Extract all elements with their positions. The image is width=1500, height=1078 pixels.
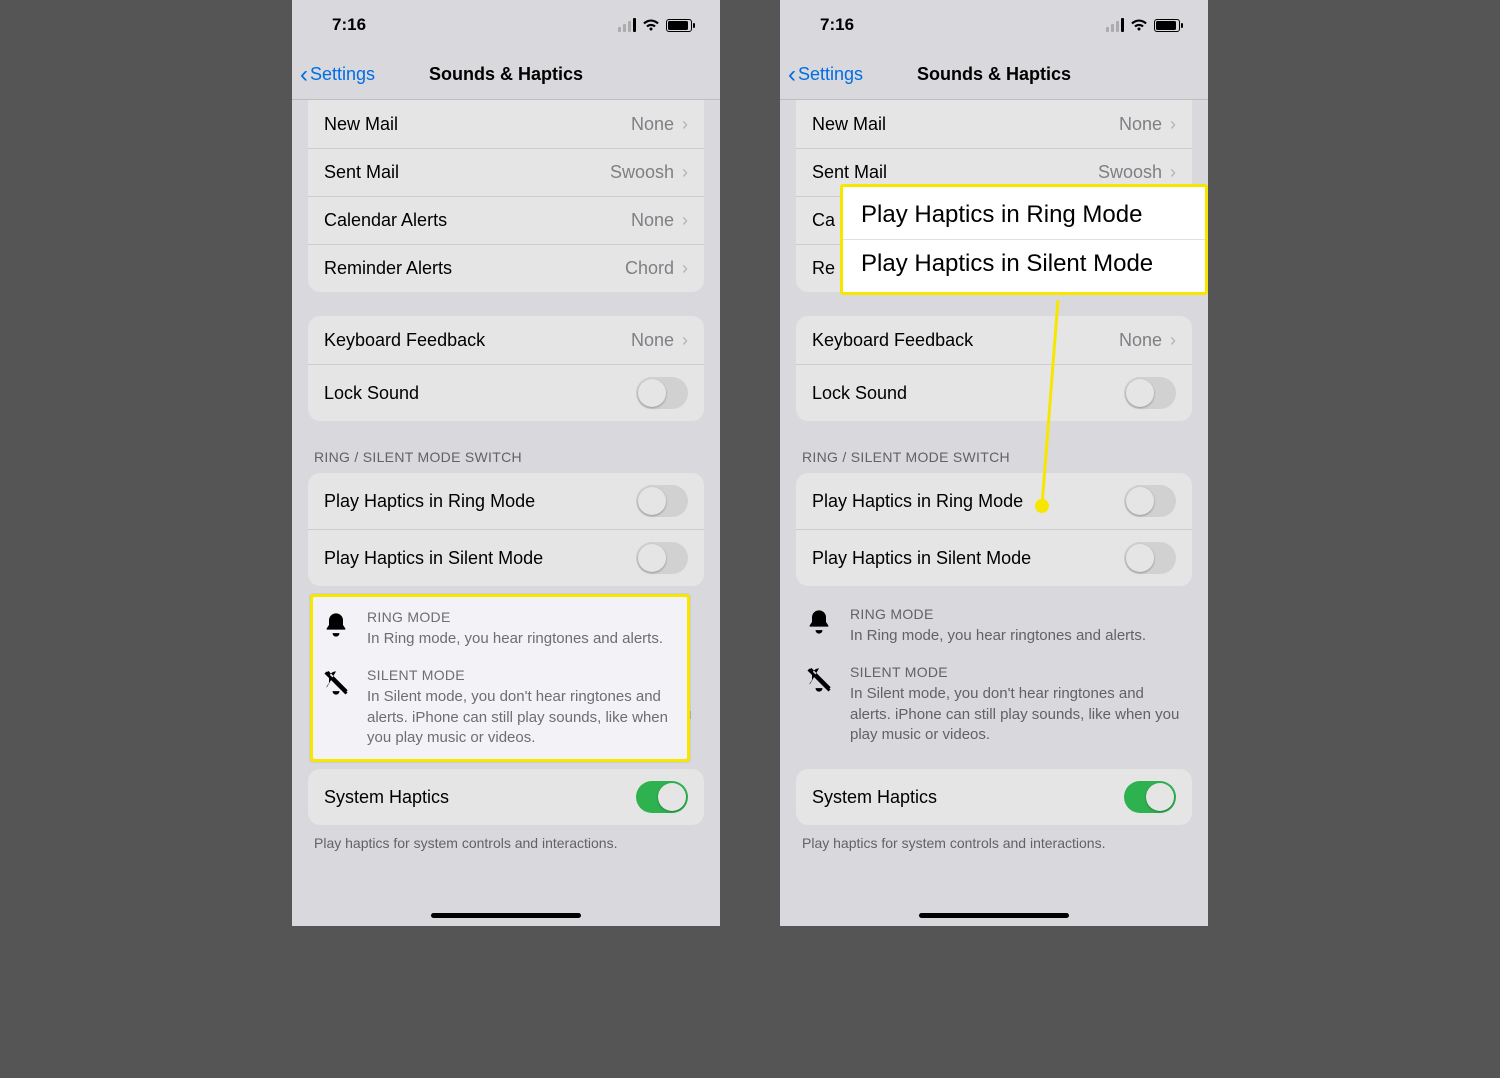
back-button[interactable]: ‹ Settings <box>788 63 863 87</box>
haptics-group: Play Haptics in Ring Mode Play Haptics i… <box>308 473 704 586</box>
sounds-group: New Mail None› Sent Mail Swoosh› Calenda… <box>308 100 704 292</box>
system-haptics-row: System Haptics <box>796 769 1192 825</box>
battery-icon <box>666 19 692 32</box>
keyboard-feedback-row[interactable]: Keyboard Feedback None› <box>796 316 1192 364</box>
system-haptics-switch[interactable] <box>1124 781 1176 813</box>
callout-haptics-options: Play Haptics in Ring Mode Play Haptics i… <box>840 184 1208 295</box>
callout-line-1: Play Haptics in Ring Mode <box>843 191 1205 239</box>
back-button[interactable]: ‹ Settings <box>300 63 375 87</box>
calendar-alerts-row[interactable]: Calendar Alerts None› <box>308 196 704 244</box>
new-mail-row[interactable]: New Mail None› <box>796 100 1192 148</box>
lock-sound-row: Lock Sound <box>308 364 704 421</box>
home-indicator[interactable] <box>919 913 1069 918</box>
lock-sound-row: Lock Sound <box>796 364 1192 421</box>
section-header-ring-silent: RING / SILENT MODE SWITCH <box>314 449 698 465</box>
status-time: 7:16 <box>332 15 366 35</box>
keyboard-feedback-row[interactable]: Keyboard Feedback None› <box>308 316 704 364</box>
nav-bar: ‹ Settings Sounds & Haptics <box>780 50 1208 100</box>
cellular-icon <box>1106 18 1124 32</box>
chevron-right-icon: › <box>682 114 688 135</box>
new-mail-row[interactable]: New Mail None› <box>308 100 704 148</box>
left-screenshot: 7:16 ‹ Settings Sounds & Haptics New Mai… <box>292 0 720 926</box>
haptics-ring-switch[interactable] <box>636 485 688 517</box>
chevron-left-icon: ‹ <box>300 63 308 87</box>
cellular-icon <box>618 18 636 32</box>
back-label: Settings <box>310 64 375 85</box>
haptics-silent-row: Play Haptics in Silent Mode <box>796 529 1192 586</box>
right-screenshot: 7:16 ‹ Settings Sounds & Haptics New Mai… <box>780 0 1208 926</box>
haptics-silent-row: Play Haptics in Silent Mode <box>308 529 704 586</box>
wifi-icon <box>642 18 660 32</box>
bell-slash-icon <box>802 664 836 745</box>
haptics-ring-row: Play Haptics in Ring Mode <box>796 473 1192 529</box>
chevron-right-icon: › <box>682 162 688 183</box>
annotation-leader-dot <box>1035 499 1049 513</box>
battery-icon <box>1154 19 1180 32</box>
system-haptics-group: System Haptics <box>308 769 704 825</box>
highlight-mode-info: RING MODE In Ring mode, you hear rington… <box>310 594 690 762</box>
status-time: 7:16 <box>820 15 854 35</box>
lock-sound-switch[interactable] <box>636 377 688 409</box>
chevron-right-icon: › <box>682 210 688 231</box>
page-title: Sounds & Haptics <box>429 64 583 85</box>
home-indicator[interactable] <box>431 913 581 918</box>
chevron-right-icon: › <box>682 330 688 351</box>
haptics-silent-switch[interactable] <box>1124 542 1176 574</box>
row-label: New Mail <box>324 114 398 135</box>
status-bar: 7:16 <box>780 0 1208 50</box>
lock-sound-switch[interactable] <box>1124 377 1176 409</box>
chevron-left-icon: ‹ <box>788 63 796 87</box>
page-title: Sounds & Haptics <box>917 64 1071 85</box>
system-haptics-row: System Haptics <box>308 769 704 825</box>
reminder-alerts-row[interactable]: Reminder Alerts Chord› <box>308 244 704 292</box>
haptics-ring-switch[interactable] <box>1124 485 1176 517</box>
bell-icon <box>802 606 836 646</box>
callout-line-2: Play Haptics in Silent Mode <box>843 239 1205 288</box>
sent-mail-row[interactable]: Sent Mail Swoosh› <box>308 148 704 196</box>
status-icons <box>618 18 692 32</box>
footer-text: Play haptics for system controls and int… <box>314 835 698 851</box>
wifi-icon <box>1130 18 1148 32</box>
status-bar: 7:16 <box>292 0 720 50</box>
keyboard-group: Keyboard Feedback None› Lock Sound <box>308 316 704 421</box>
chevron-right-icon: › <box>682 258 688 279</box>
haptics-ring-row: Play Haptics in Ring Mode <box>308 473 704 529</box>
nav-bar: ‹ Settings Sounds & Haptics <box>292 50 720 100</box>
haptics-silent-switch[interactable] <box>636 542 688 574</box>
system-haptics-switch[interactable] <box>636 781 688 813</box>
